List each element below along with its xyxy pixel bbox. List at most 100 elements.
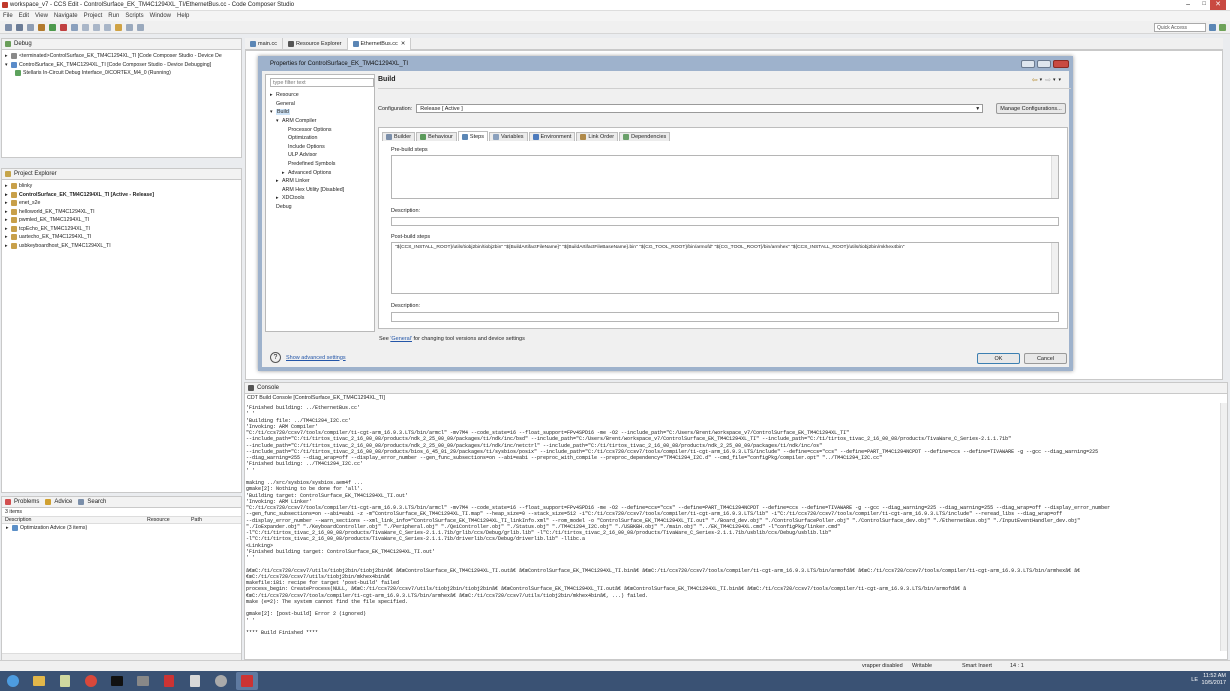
debug-tab[interactable]: Debug (14, 41, 32, 47)
debug-item-core[interactable]: Stellaris In-Circuit Debug Interface_0/C… (5, 69, 238, 78)
properties-tree-item[interactable]: ▸ ARM Linker (266, 177, 376, 186)
vertical-scrollbar[interactable] (1220, 403, 1227, 651)
properties-tree-item[interactable]: Include Options (266, 143, 376, 152)
menu-file[interactable]: File (3, 13, 13, 19)
flash-icon[interactable] (71, 23, 78, 31)
postbuild-steps-input[interactable]: "${CCS_INSTALL_ROOT}/utils/tiobj2bin/tio… (391, 242, 1059, 294)
back-icon[interactable]: ⇦ (1032, 76, 1038, 84)
vertical-scrollbar[interactable] (1051, 156, 1058, 198)
new-icon[interactable] (5, 23, 12, 31)
taskbar-chrome[interactable] (80, 672, 102, 690)
properties-tree-item[interactable]: Predefined Symbols (266, 160, 376, 169)
properties-tree-item[interactable]: Processor Options (266, 125, 376, 134)
dialog-minimize-icon[interactable] (1021, 60, 1035, 68)
console-tab[interactable]: Console (257, 385, 279, 391)
tab-variables[interactable]: Variables (488, 132, 528, 141)
debug-item-session[interactable]: ▾ ControlSurface_EK_TM4C1294XL_TI [Code C… (5, 61, 238, 70)
taskbar-terminal[interactable] (106, 672, 128, 690)
taskbar-notes[interactable] (184, 672, 206, 690)
project-item[interactable]: ▸ helloworld_EK_TM4C1294XL_TI (5, 208, 238, 217)
search-tab[interactable]: Search (87, 499, 106, 505)
dialog-close-icon[interactable] (1053, 60, 1069, 68)
menu-help[interactable]: Help (177, 13, 189, 19)
forward-icon[interactable]: ⇨ (1045, 76, 1051, 84)
close-icon[interactable]: ✕ (1210, 0, 1226, 10)
tab-builder[interactable]: Builder (382, 132, 416, 141)
tab-resource-explorer[interactable]: Resource Explorer (283, 37, 348, 50)
configuration-select[interactable]: Release [ Active ] ▼ (416, 104, 984, 113)
properties-tree-item[interactable]: General (266, 100, 376, 109)
debug-item-terminated[interactable]: ▸ <terminated>ControlSurface_EK_TM4C1294X… (5, 52, 238, 61)
perspective-edit-icon[interactable] (1209, 24, 1216, 31)
menu-scripts[interactable]: Scripts (125, 13, 143, 19)
taskbar-explorer[interactable] (28, 672, 50, 690)
terminate-icon[interactable] (60, 23, 67, 31)
horizontal-scrollbar[interactable] (2, 653, 241, 660)
cancel-button[interactable]: Cancel (1024, 353, 1067, 364)
column-resource[interactable]: Resource (147, 517, 191, 523)
tab-environment[interactable]: Environment (528, 132, 576, 141)
menu-view[interactable]: View (35, 13, 48, 19)
quick-access-input[interactable]: Quick Access (1154, 23, 1206, 32)
project-item-active[interactable]: ▸ ControlSurface_EK_TM4C1294XL_TI [Active… (5, 191, 238, 200)
properties-tree-item[interactable]: ▾ Build (266, 108, 376, 117)
save-all-icon[interactable] (27, 23, 34, 31)
ok-button[interactable]: OK (977, 353, 1020, 364)
close-tab-icon[interactable]: ✕ (401, 41, 406, 47)
step-return-icon[interactable] (104, 23, 111, 31)
vertical-scrollbar[interactable] (1051, 243, 1058, 293)
maximize-icon[interactable]: □ (1202, 1, 1206, 7)
taskbar-pdf[interactable] (158, 672, 180, 690)
project-item[interactable]: ▸ enet_s2e (5, 199, 238, 208)
properties-tree-item[interactable]: ▸ XDCtools (266, 194, 376, 203)
properties-tree-item[interactable]: ▾ ARM Compiler (266, 117, 376, 126)
start-button[interactable] (2, 672, 24, 690)
project-item[interactable]: ▸ pwmled_EK_TM4C1294XL_TI (5, 216, 238, 225)
postbuild-description-input[interactable] (391, 312, 1059, 322)
tab-steps[interactable]: Steps (457, 131, 488, 141)
project-item[interactable]: ▸ blinky (5, 182, 238, 191)
show-advanced-settings-link[interactable]: Show advanced settings (286, 355, 346, 361)
taskbar-ccs[interactable] (236, 672, 258, 690)
project-item[interactable]: ▸ usbkeyboardhost_EK_TM4C1294XL_TI (5, 242, 238, 251)
properties-tree-item[interactable]: ULP Advisor (266, 151, 376, 160)
chevron-down-icon[interactable]: ▾ (1053, 77, 1056, 83)
properties-tree-item[interactable]: ▸ Resource (266, 91, 376, 100)
column-description[interactable]: Description (2, 517, 147, 523)
menu-edit[interactable]: Edit (19, 13, 29, 19)
perspective-debug-icon[interactable] (1219, 24, 1226, 31)
forward-icon[interactable] (137, 23, 144, 31)
chevron-down-icon[interactable]: ▾ (1040, 77, 1043, 83)
project-explorer-tab[interactable]: Project Explorer (14, 171, 57, 177)
properties-tree-item[interactable]: Optimization (266, 134, 376, 143)
menu-window[interactable]: Window (150, 13, 171, 19)
view-menu-icon[interactable]: ▾ (1058, 77, 1061, 83)
project-item[interactable]: ▸ uartecho_EK_TM4C1294XL_TI (5, 233, 238, 242)
step-into-icon[interactable] (82, 23, 89, 31)
table-row[interactable]: ▸ Optimization Advice (3 items) (2, 524, 241, 533)
tab-ethernetbus-cc[interactable]: EthernetBus.cc ✕ (347, 37, 412, 50)
problems-tab[interactable]: Problems (14, 499, 39, 505)
prebuild-description-input[interactable] (391, 217, 1059, 226)
menu-run[interactable]: Run (108, 13, 119, 19)
filter-input[interactable]: type filter text (270, 78, 374, 87)
general-link[interactable]: 'General' (390, 336, 412, 342)
language-indicator[interactable]: LE (1191, 677, 1198, 683)
column-path[interactable]: Path (191, 517, 231, 523)
prebuild-steps-input[interactable] (391, 155, 1059, 199)
tab-behaviour[interactable]: Behaviour (416, 132, 457, 141)
console-output[interactable]: 'Finished building: ../EthernetBus.cc' ' … (246, 405, 1221, 650)
debug-icon[interactable] (49, 23, 56, 31)
back-icon[interactable] (126, 23, 133, 31)
tab-dependencies[interactable]: Dependencies (619, 132, 671, 141)
menu-navigate[interactable]: Navigate (54, 13, 78, 19)
menu-project[interactable]: Project (84, 13, 103, 19)
minimize-icon[interactable]: – (1186, 1, 1190, 8)
tab-link-order[interactable]: Link Order (576, 132, 619, 141)
properties-tree-item[interactable]: ARM Hex Utility [Disabled] (266, 186, 376, 195)
properties-tree-item[interactable]: ▸ Advanced Options (266, 168, 376, 177)
taskbar-tool[interactable] (132, 672, 154, 690)
advice-tab[interactable]: Advice (54, 499, 72, 505)
save-icon[interactable] (16, 23, 23, 31)
manage-configurations-button[interactable]: Manage Configurations... (996, 103, 1066, 114)
